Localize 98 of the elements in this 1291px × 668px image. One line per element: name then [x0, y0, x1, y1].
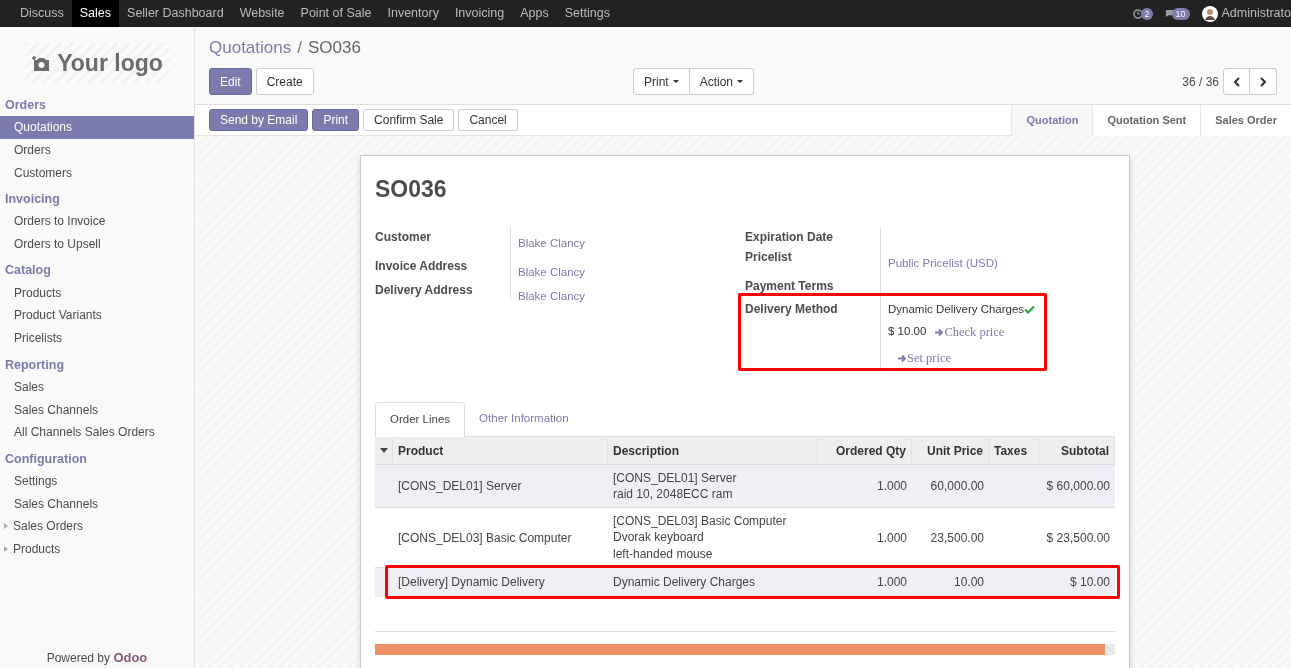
menu-item[interactable]: Point of Sale: [292, 0, 380, 27]
button[interactable]: Send by Email: [209, 109, 309, 131]
arrow-right-icon: [935, 327, 945, 337]
menu-item[interactable]: Invoicing: [446, 0, 513, 27]
section-heading: Reporting: [4, 356, 66, 374]
clock-icon[interactable]: [1133, 8, 1144, 19]
sidebar-item[interactable]: Products: [0, 537, 194, 561]
sort-caret-icon[interactable]: [379, 448, 388, 453]
caret-icon: [4, 545, 8, 552]
subtotal-cell-text: $ 23,500.00: [1045, 529, 1111, 547]
sidebar-item[interactable]: Pricelists: [0, 326, 194, 350]
create-button[interactable]: Create: [255, 68, 314, 95]
sidebar-item[interactable]: Quotations: [0, 116, 194, 139]
price-cell-text: 60,000.00: [929, 478, 985, 495]
product-cell-text: [CONS_DEL01] Server: [397, 478, 523, 495]
status-step[interactable]: Quotation Sent: [1092, 104, 1201, 136]
description-cell-text: [CONS_DEL03] Basic Computer Dvorak keyboard left-handed mouse: [612, 512, 788, 563]
price-text: $ 10.00: [888, 324, 927, 340]
menu-item[interactable]: Inventory: [379, 0, 447, 27]
menu-item[interactable]: Apps: [512, 0, 557, 27]
field-label: Pricelist: [745, 249, 793, 266]
sidebar-item[interactable]: Products: [0, 281, 194, 305]
breadcrumb-link[interactable]: Quotations: [209, 35, 292, 61]
price-link[interactable]: Check price: [935, 322, 1005, 342]
pager-text: 36 / 36: [1182, 73, 1219, 91]
table-row[interactable]: [CONS_DEL01] Server [CONS_DEL01] Server raid 10, 2048ECC ram 1.000 60,000.00 $ 60,000.00: [375, 464, 1115, 507]
product-cell-text: [CONS_DEL03] Basic Computer: [397, 529, 573, 547]
next-button[interactable]: [1250, 68, 1277, 95]
powered-by-text: Powered by Odoo: [45, 648, 149, 667]
sidebar-item[interactable]: All Channels Sales Orders: [0, 420, 194, 444]
sidebar-item[interactable]: Sales Orders: [0, 514, 194, 538]
qty-cell-text: 1.000: [875, 529, 908, 547]
tab[interactable]: Order Lines: [375, 402, 466, 437]
button[interactable]: Cancel: [458, 109, 518, 131]
sidebar-item[interactable]: Product Variants: [0, 304, 194, 327]
menu-item[interactable]: Website: [231, 0, 293, 27]
field-value[interactable]: Blake Clancy: [518, 290, 586, 302]
field-label: Expiration Date: [745, 229, 835, 246]
field-label: Delivery Method: [745, 301, 839, 318]
price-cell-text: 10.00: [952, 574, 985, 591]
sidebar-item[interactable]: Sales Channels: [0, 398, 194, 421]
user-name[interactable]: Administrato: [1221, 4, 1291, 23]
menu-item[interactable]: Discuss: [12, 0, 72, 27]
field-label: Customer: [375, 229, 432, 246]
menu-item[interactable]: Seller Dashboard: [119, 0, 232, 27]
sidebar-item[interactable]: Orders to Upsell: [0, 232, 194, 256]
product-cell-text: [Delivery] Dynamic Delivery: [397, 574, 546, 591]
section-heading: Configuration: [4, 450, 88, 468]
status-step[interactable]: Sales Order: [1200, 104, 1291, 136]
logo-text: Your logo: [57, 48, 163, 78]
chat-icon[interactable]: [1164, 9, 1174, 18]
qty-cell-text: 1.000: [875, 574, 908, 591]
avatar-icon[interactable]: [1201, 5, 1218, 22]
field-value: Dynamic Delivery Charges: [888, 302, 1025, 318]
previous-button[interactable]: [1223, 68, 1250, 95]
status-step[interactable]: Quotation: [1011, 104, 1093, 136]
menu-item[interactable]: Sales: [71, 0, 120, 27]
caret-icon: [672, 80, 679, 83]
caret-icon: [4, 523, 8, 530]
activity-count-badge: 2: [1141, 7, 1153, 20]
menu-item[interactable]: Settings: [556, 0, 618, 27]
section-heading: Catalog: [4, 262, 52, 280]
chevron-right-icon: [1259, 76, 1267, 87]
field-value[interactable]: Blake Clancy: [518, 237, 586, 249]
sidebar-item[interactable]: Orders: [0, 138, 194, 162]
sidebar-item[interactable]: Sales Channels: [0, 492, 194, 515]
field-value[interactable]: Blake Clancy: [518, 266, 586, 278]
tab[interactable]: Other Information: [465, 401, 583, 436]
button[interactable]: Print: [312, 109, 360, 131]
description-cell-text: [CONS_DEL01] Server raid 10, 2048ECC ram: [612, 469, 738, 503]
sidebar-item[interactable]: Sales: [0, 375, 194, 399]
field-label: Delivery Address: [375, 282, 474, 299]
dropdown-button[interactable]: Print: [633, 68, 690, 95]
subtotal-cell-text: $ 60,000.00: [1045, 478, 1111, 495]
sidebar-item[interactable]: Settings: [0, 469, 194, 493]
sidebar-item[interactable]: Customers: [0, 161, 194, 185]
subtotal-cell-text: $ 10.00: [1068, 574, 1111, 591]
price-cell-text: 23,500.00: [929, 529, 985, 547]
field-label: Invoice Address: [375, 258, 469, 275]
sidebar-item[interactable]: Orders to Invoice: [0, 210, 194, 233]
message-count-badge: 10: [1171, 7, 1190, 20]
qty-cell-text: 1.000: [875, 478, 908, 495]
price-link[interactable]: Set price: [898, 349, 952, 368]
dropdown-button[interactable]: Action: [689, 68, 755, 95]
section-heading: Invoicing: [4, 191, 61, 209]
chevron-left-icon: [1232, 76, 1241, 87]
edit-button[interactable]: Edit: [209, 68, 252, 95]
description-cell-text: Dynamic Delivery Charges: [612, 573, 757, 591]
field-value[interactable]: Public Pricelist (USD): [888, 257, 998, 269]
button[interactable]: Confirm Sale: [363, 109, 455, 131]
breadcrumb-current: SO036: [307, 37, 361, 60]
field-label: Payment Terms: [745, 278, 835, 295]
breadcrumb-separator: /: [297, 37, 302, 60]
arrow-right-icon: [898, 353, 907, 363]
caret-icon: [737, 80, 744, 83]
section-heading: Orders: [4, 97, 47, 114]
camera-icon: [31, 54, 52, 72]
order-title: SO036: [375, 175, 448, 204]
